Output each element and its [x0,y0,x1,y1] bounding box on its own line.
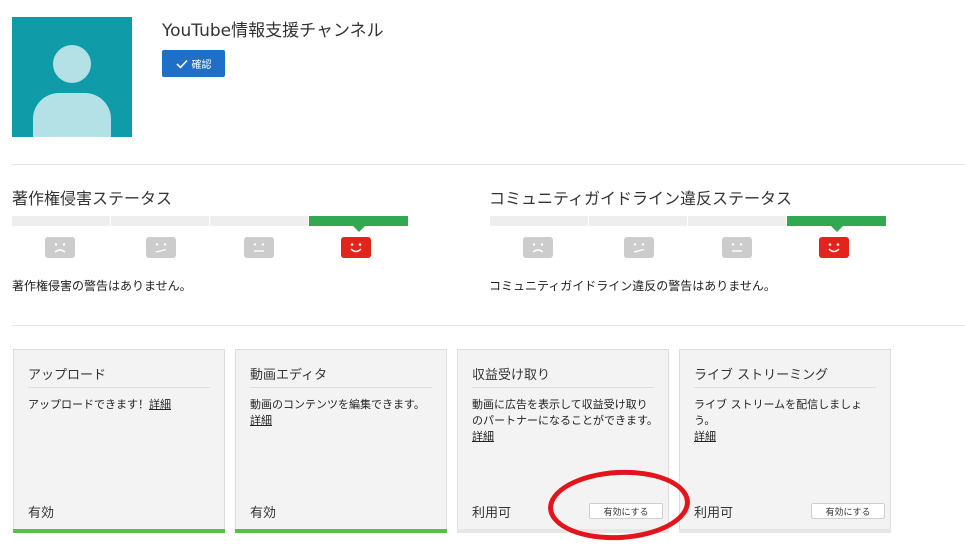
sad-face-icon [523,237,553,258]
card-title: アップロード [28,368,107,383]
channel-title: YouTube情報支援チャンネル [162,21,384,41]
copyright-status-title: 著作権侵害ステータス [12,189,173,208]
status-segment [111,216,209,226]
feature-card-live-streaming: ライブ ストリーミング ライブ ストリームを配信しましょう。 詳細 利用可 有効に… [679,349,891,533]
card-description: ライブ ストリームを配信しましょう。 詳細 [694,398,863,443]
skeptical-face-icon [146,237,176,258]
copyright-status-bar [12,216,408,232]
card-description: アップロードできます！詳細 [28,398,171,411]
verify-button[interactable]: 確認 [162,50,225,77]
status-segment [12,216,110,226]
status-strip-enabled [13,529,225,533]
community-status-bar [490,216,886,232]
card-description: 動画のコンテンツを編集できます。 詳細 [250,398,425,427]
enable-live-streaming-button[interactable]: 有効にする [811,503,885,519]
neutral-face-icon [244,237,274,258]
feature-card-upload: アップロード アップロードできます！詳細 有効 [13,349,225,533]
card-divider [694,387,876,388]
section-divider [12,325,965,326]
status-segment [688,216,786,226]
card-status: 利用可 [694,506,734,521]
card-divider [250,387,432,388]
card-title: ライブ ストリーミング [694,368,829,383]
details-link[interactable]: 詳細 [694,430,716,443]
happy-face-icon [819,237,849,258]
card-description: 動画に広告を表示して収益受け取りのパートナーになることができます。 詳細 [472,398,658,443]
feature-card-video-editor: 動画エディタ 動画のコンテンツを編集できます。 詳細 有効 [235,349,447,533]
channel-avatar[interactable] [12,17,132,137]
section-divider [12,164,965,165]
status-strip-enabled [235,529,447,533]
card-divider [28,387,210,388]
card-status: 利用可 [472,506,512,521]
verify-label: 確認 [191,60,212,71]
details-link[interactable]: 詳細 [149,398,171,411]
card-title: 収益受け取り [472,368,551,383]
card-status: 有効 [250,506,277,521]
happy-face-icon [341,237,371,258]
community-status-title: コミュニティガイドライン違反ステータス [489,189,793,208]
status-segment [589,216,687,226]
status-segment [490,216,588,226]
avatar-head-icon [53,45,91,83]
avatar-body-icon [33,93,111,137]
card-status: 有効 [28,506,55,521]
checkmark-icon [175,59,188,69]
card-title: 動画エディタ [250,368,328,383]
card-divider [472,387,654,388]
copyright-status-message: 著作権侵害の警告はありません。 [12,279,192,293]
status-segment-active [787,216,886,232]
sad-face-icon [45,237,75,258]
details-link[interactable]: 詳細 [250,414,272,427]
status-segment-active [309,216,408,232]
status-segment [210,216,308,226]
neutral-face-icon [722,237,752,258]
details-link[interactable]: 詳細 [472,430,494,443]
status-strip-disabled [679,529,891,533]
community-status-message: コミュニティガイドライン違反の警告はありません。 [489,279,776,293]
skeptical-face-icon [624,237,654,258]
